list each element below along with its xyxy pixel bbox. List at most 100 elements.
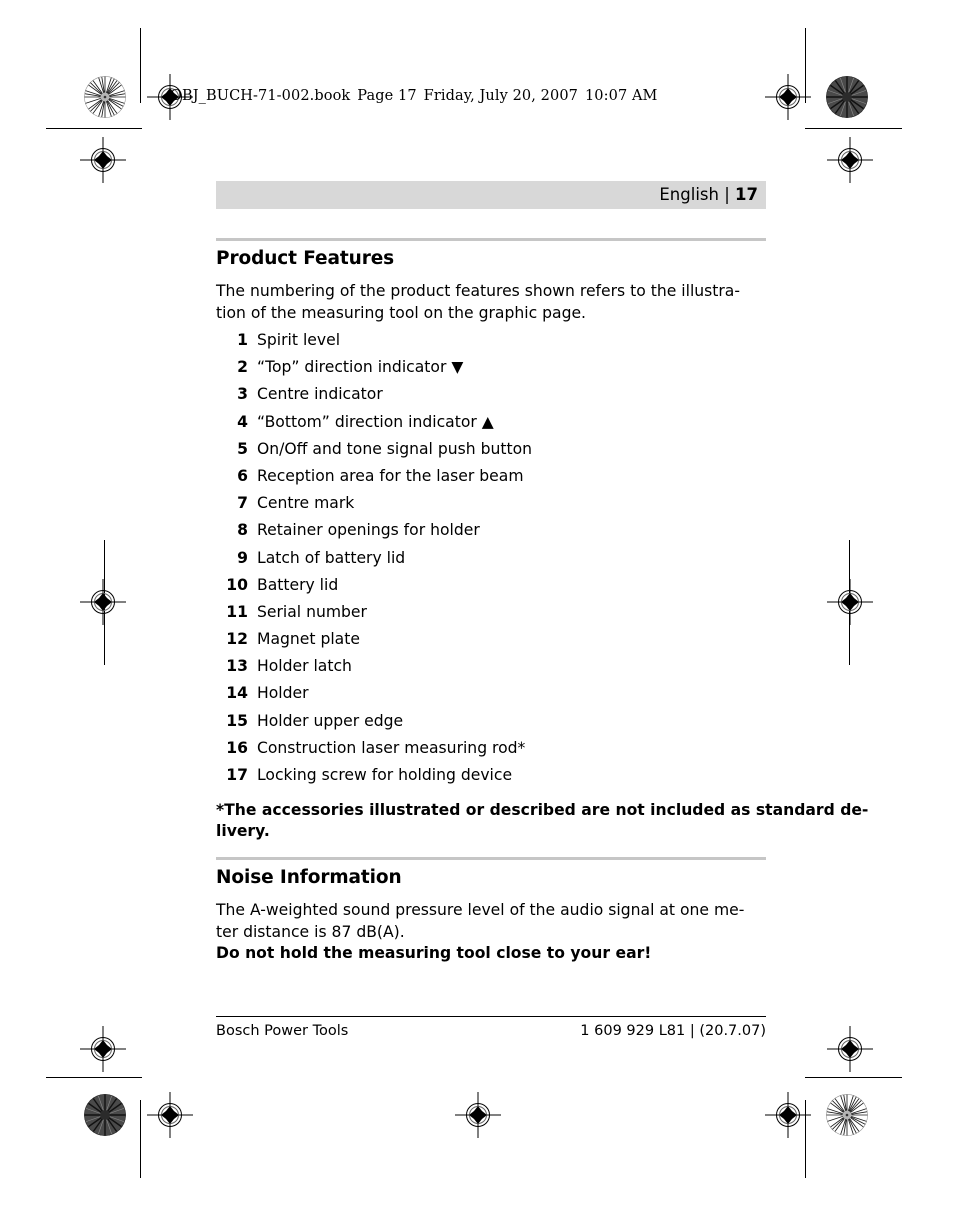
registration-mark-lower-left <box>80 1026 126 1072</box>
list-item: 13 Holder latch <box>216 657 636 684</box>
feature-label: Spirit level <box>257 331 341 349</box>
feature-label: Locking screw for holding device <box>257 766 513 784</box>
feature-label: Construction laser measuring rod* <box>257 738 526 757</box>
list-item: 1 Spirit level <box>216 331 636 358</box>
page-footer: Bosch Power Tools 1 609 929 L81 | (20.7.… <box>216 1023 766 1039</box>
feature-label: Reception area for the laser beam <box>257 466 524 485</box>
feature-number: 11 <box>226 602 248 621</box>
feature-number: 13 <box>226 657 248 676</box>
feature-number: 5 <box>237 439 248 458</box>
trim-line-bottomright-horizontal <box>805 1077 902 1078</box>
feature-number: 12 <box>226 630 248 649</box>
star-target-bottom-right <box>826 1094 868 1136</box>
product-features-list: 1 Spirit level 2 “Top” direction indicat… <box>216 331 636 793</box>
registration-mark-top-right <box>765 74 811 120</box>
list-item: 7 Centre mark <box>216 494 636 521</box>
list-item: 9 Latch of battery lid <box>216 549 636 576</box>
feature-label: Holder latch <box>257 657 352 676</box>
feature-number: 9 <box>237 548 248 567</box>
registration-mark-middle-left <box>80 579 126 625</box>
section-heading-product-features: Product Features <box>216 248 395 269</box>
list-item: 11 Serial number <box>216 603 636 630</box>
feature-number: 4 <box>237 412 248 431</box>
feature-number: 1 <box>237 331 248 349</box>
running-head-band: English | 17 <box>216 181 766 209</box>
trim-line-right-middle-vertical <box>849 540 850 665</box>
product-features-intro-line-1: The numbering of the product features sh… <box>216 282 740 300</box>
trim-line-bottomleft-horizontal <box>46 1077 142 1078</box>
feature-number: 3 <box>237 385 248 404</box>
file-header-filename: OBJ_BUCH-71-002.book <box>170 88 351 104</box>
feature-number: 10 <box>226 575 248 594</box>
product-features-intro-line-2: tion of the measuring tool on the graphi… <box>216 303 587 322</box>
feature-number: 6 <box>237 466 248 485</box>
registration-mark-lower-right <box>827 1026 873 1072</box>
file-header-time: 10:07 AM <box>584 88 658 104</box>
list-item: 14 Holder <box>216 684 636 711</box>
footer-right-text: 1 609 929 L81 | (20.7.07) <box>580 1023 766 1039</box>
trim-line-bottomright-vertical <box>805 1100 806 1178</box>
trim-line-left-middle-vertical <box>104 540 105 665</box>
list-item: 8 Retainer openings for holder <box>216 521 636 548</box>
feature-number: 8 <box>237 521 248 540</box>
feature-label: Centre mark <box>257 494 355 513</box>
feature-label: “Top” direction indicator ▼ <box>257 358 464 377</box>
section-heading-noise-information: Noise Information <box>216 867 402 888</box>
feature-label: Magnet plate <box>257 630 360 649</box>
feature-label: Holder <box>257 684 309 703</box>
section-rule-noise-information <box>216 857 766 860</box>
list-item: 3 Centre indicator <box>216 385 636 412</box>
feature-number: 15 <box>226 711 248 730</box>
feature-label: Latch of battery lid <box>257 548 406 567</box>
footer-left-text: Bosch Power Tools <box>216 1023 349 1039</box>
trim-line-left-vertical <box>140 28 141 103</box>
registration-mark-bottom-centre <box>455 1092 501 1138</box>
list-item: 12 Magnet plate <box>216 630 636 657</box>
running-head-page-number: 17 <box>735 185 758 204</box>
feature-number: 16 <box>226 738 248 757</box>
running-head-separator: | <box>724 185 730 204</box>
registration-mark-bottom-right <box>765 1092 811 1138</box>
registration-mark-bottom-left <box>147 1092 193 1138</box>
feature-label: Retainer openings for holder <box>257 521 480 540</box>
feature-number: 14 <box>226 684 248 703</box>
noise-warning: Do not hold the measuring tool close to … <box>216 944 652 962</box>
section-rule-product-features <box>216 238 766 241</box>
list-item: 5 On/Off and tone signal push button <box>216 440 636 467</box>
file-header-page-label: Page 17 <box>357 88 417 104</box>
accessories-footnote: *The accessories illustrated or describe… <box>216 800 869 842</box>
registration-mark-upper-left <box>80 137 126 183</box>
list-item: 4 “Bottom” direction indicator ▲ <box>216 413 636 440</box>
trim-line-right-vertical <box>805 28 806 103</box>
running-head-text: English | 17 <box>659 184 758 206</box>
trim-line-topright-horizontal <box>805 128 902 129</box>
registration-mark-upper-right <box>827 137 873 183</box>
feature-number: 2 <box>237 358 248 377</box>
noise-information-line-2: ter distance is 87 dB(A). <box>216 922 405 941</box>
list-item: 15 Holder upper edge <box>216 712 636 739</box>
feature-label: Battery lid <box>257 575 339 594</box>
product-features-intro: The numbering of the product features sh… <box>216 281 768 324</box>
file-header-line: OBJ_BUCH-71-002.book Page 17 Friday, July … <box>170 88 658 104</box>
list-item: 17 Locking screw for holding device <box>216 766 636 793</box>
footer-rule <box>216 1016 766 1017</box>
star-target-bottom-left <box>84 1094 126 1136</box>
accessories-footnote-line-2: livery. <box>216 822 270 840</box>
list-item: 2 “Top” direction indicator ▼ <box>216 358 636 385</box>
list-item: 10 Battery lid <box>216 576 636 603</box>
feature-label: “Bottom” direction indicator ▲ <box>257 412 494 431</box>
feature-label: On/Off and tone signal push button <box>257 439 533 458</box>
registration-mark-middle-right <box>827 579 873 625</box>
running-head-language: English <box>659 185 719 204</box>
feature-number: 7 <box>237 494 248 513</box>
noise-information-body: The A-weighted sound pressure level of t… <box>216 900 768 943</box>
star-target-top-right <box>826 76 868 118</box>
feature-label: Serial number <box>257 602 367 621</box>
trim-line-topleft-horizontal <box>46 128 142 129</box>
list-item: 6 Reception area for the laser beam <box>216 467 636 494</box>
file-header-date: Friday, July 20, 2007 <box>423 88 578 104</box>
feature-label: Holder upper edge <box>257 711 404 730</box>
trim-line-bottomleft-vertical <box>140 1100 141 1178</box>
accessories-footnote-line-1: *The accessories illustrated or describe… <box>216 801 869 819</box>
feature-label: Centre indicator <box>257 385 383 404</box>
